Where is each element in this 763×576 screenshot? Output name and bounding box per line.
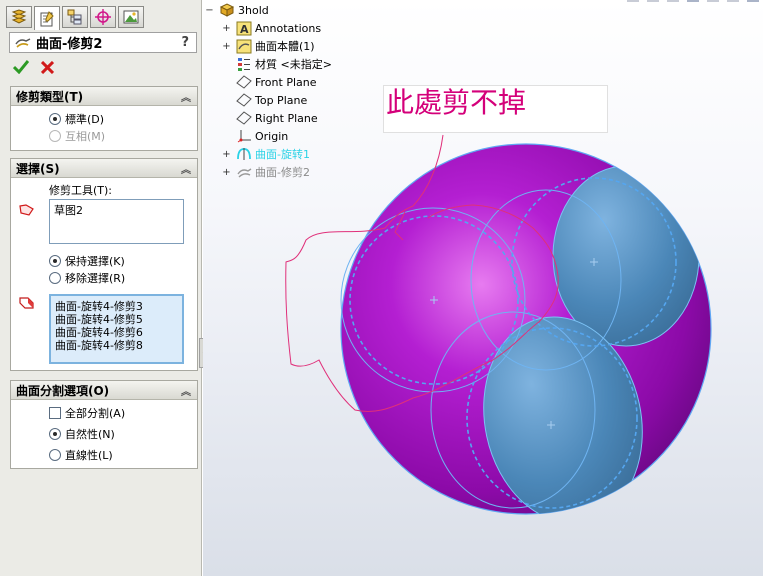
cancel-button[interactable] (38, 58, 56, 76)
trim-type-group: 修剪類型(T) ︽ 標準(D) 互相(M) (10, 86, 198, 151)
crosshair-icon (95, 9, 111, 25)
list-item[interactable]: 曲面-旋转4-修剪5 (55, 313, 178, 326)
face-select-icon (19, 297, 34, 309)
radio-dot (49, 272, 61, 284)
selection-list[interactable]: 曲面-旋转4-修剪3 曲面-旋转4-修剪5 曲面-旋转4-修剪6 曲面-旋转4-… (49, 294, 184, 364)
trim-surface-icon (15, 37, 31, 48)
radio-natural[interactable]: 自然性(N) (49, 426, 115, 442)
checkmark-icon (13, 60, 29, 74)
collapse-chevron-icon[interactable]: ︽ (181, 383, 191, 398)
property-manager-icon (40, 10, 54, 26)
radio-standard-label: 標準(D) (65, 113, 105, 126)
radio-linear-label: 直線性(L) (65, 449, 113, 462)
split-options-header-label: 曲面分割選項(O) (16, 383, 110, 398)
trimmed-patch-upper-right[interactable] (552, 165, 700, 347)
radio-remove-label: 移除選擇(R) (65, 272, 126, 285)
panel-tabs (6, 6, 144, 30)
graphics-viewport[interactable]: − 3hold + A Annotations + 曲面本體(1) 材質 <未指… (203, 0, 763, 576)
radio-keep-selection[interactable]: 保持選擇(K) (49, 253, 125, 269)
collapse-chevron-icon[interactable]: ︽ (181, 161, 191, 176)
radio-dot (49, 449, 61, 461)
list-item[interactable]: 曲面-旋转4-修剪8 (55, 339, 178, 352)
feature-title-text: 曲面-修剪2 (36, 37, 103, 52)
tab-feature-tree[interactable] (6, 6, 32, 28)
radio-mutual[interactable]: 互相(M) (49, 128, 105, 144)
split-options-header[interactable]: 曲面分割選項(O) ︽ (11, 381, 197, 400)
annotation-note: 此處剪不掉 (383, 85, 608, 133)
radio-dot (49, 113, 61, 125)
split-all-label: 全部分割(A) (65, 407, 126, 420)
radio-dot (49, 428, 61, 440)
radio-standard[interactable]: 標準(D) (49, 111, 104, 127)
radio-natural-label: 自然性(N) (65, 428, 115, 441)
tab-display-manager[interactable] (118, 6, 144, 28)
sketch-select-icon (19, 204, 34, 216)
property-manager-panel: 曲面-修剪2 ? 修剪類型(T) ︽ 標準(D) 互相(M) 選擇(S) ︽ 修… (0, 0, 202, 576)
trim-tool-field[interactable]: 草图2 (49, 199, 184, 244)
tab-configuration[interactable] (62, 6, 88, 28)
tab-property-manager[interactable] (34, 6, 60, 30)
checkbox-split-all[interactable]: 全部分割(A) (49, 405, 125, 421)
radio-keep-label: 保持選擇(K) (65, 255, 125, 268)
feature-title: 曲面-修剪2 ? (9, 32, 197, 53)
ok-cancel-bar (12, 58, 56, 76)
feature-tree-icon (11, 9, 27, 24)
display-manager-icon (123, 10, 139, 24)
ok-button[interactable] (12, 58, 30, 76)
tab-dimxpert[interactable] (90, 6, 116, 28)
checkbox-box (49, 407, 61, 419)
close-icon (40, 60, 54, 74)
radio-dot (49, 255, 61, 267)
configuration-icon (67, 9, 82, 25)
help-button[interactable]: ? (181, 35, 189, 50)
split-options-group: 曲面分割選項(O) ︽ 全部分割(A) 自然性(N) 直線性(L) (10, 380, 198, 469)
selection-header[interactable]: 選擇(S) ︽ (11, 159, 197, 178)
trim-tool-value: 草图2 (54, 204, 83, 217)
collapse-chevron-icon[interactable]: ︽ (181, 89, 191, 104)
selection-header-label: 選擇(S) (16, 161, 60, 176)
radio-linear[interactable]: 直線性(L) (49, 447, 113, 463)
trim-type-header-label: 修剪類型(T) (16, 89, 84, 104)
radio-dot (49, 130, 61, 142)
selection-group: 選擇(S) ︽ 修剪工具(T): 草图2 保持選擇(K) 移除選擇(R) 曲面-… (10, 158, 198, 371)
radio-mutual-label: 互相(M) (65, 130, 106, 143)
trim-tool-label: 修剪工具(T): (49, 184, 113, 197)
radio-remove-selection[interactable]: 移除選擇(R) (49, 270, 125, 286)
list-item[interactable]: 曲面-旋转4-修剪3 (55, 300, 178, 313)
list-item[interactable]: 曲面-旋转4-修剪6 (55, 326, 178, 339)
trim-type-header[interactable]: 修剪類型(T) ︽ (11, 87, 197, 106)
